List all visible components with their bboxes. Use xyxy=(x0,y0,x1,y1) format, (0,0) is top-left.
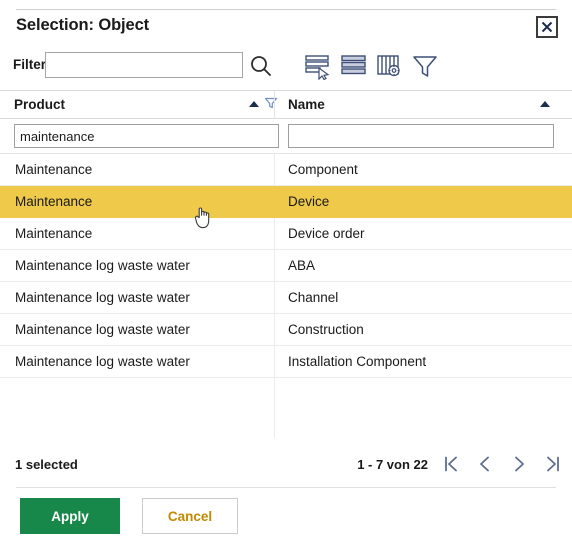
last-page-button[interactable] xyxy=(542,453,564,475)
cell-name: Installation Component xyxy=(288,354,427,369)
close-button[interactable] xyxy=(536,16,558,38)
column-header-product[interactable]: Product xyxy=(0,91,278,118)
cell-product: Maintenance log waste water xyxy=(15,258,190,273)
cell-product: Maintenance xyxy=(15,194,93,209)
cell-name: Device order xyxy=(288,226,365,241)
next-page-button[interactable] xyxy=(508,453,530,475)
cell-name: Construction xyxy=(288,322,364,337)
cell-name: Device xyxy=(288,194,330,209)
header-column-divider xyxy=(274,91,275,118)
table-row[interactable]: Maintenance Device xyxy=(0,186,572,218)
search-icon[interactable] xyxy=(248,53,274,79)
grid-body: Maintenance Component Maintenance Device… xyxy=(0,154,572,438)
grid-header-row: Product Name xyxy=(0,90,572,119)
product-filter-input[interactable] xyxy=(14,124,279,148)
column-filter-row xyxy=(0,119,572,154)
cell-product: Maintenance log waste water xyxy=(15,290,190,305)
select-rows-icon[interactable] xyxy=(303,52,333,81)
sort-ascending-icon[interactable] xyxy=(248,97,260,109)
selection-dialog: Selection: Object Filter Product Name ma… xyxy=(0,0,572,546)
table-row[interactable]: Maintenance log waste water Channel xyxy=(0,282,572,314)
name-filter-input[interactable] xyxy=(288,124,554,148)
close-icon xyxy=(541,21,553,33)
table-row[interactable]: Maintenance Component xyxy=(0,154,572,186)
cell-name: Channel xyxy=(288,290,339,305)
filter-label: Filter xyxy=(13,57,47,72)
sort-ascending-icon-name[interactable] xyxy=(539,97,551,109)
funnel-filter-icon[interactable] xyxy=(411,52,441,80)
dialog-title-bar: Selection: Object xyxy=(0,16,572,46)
filter-input[interactable] xyxy=(45,52,243,78)
filter-toolbar: Filter xyxy=(0,52,572,84)
page-title: Selection: Object xyxy=(16,16,150,34)
column-header-name-label: Name xyxy=(288,97,325,112)
previous-page-button[interactable] xyxy=(474,453,496,475)
table-row[interactable]: Maintenance Device order xyxy=(0,218,572,250)
cell-name: Component xyxy=(288,162,358,177)
table-row[interactable]: Maintenance log waste water Installation… xyxy=(0,346,572,378)
results-grid: Product Name maintenance Maintenance Com… xyxy=(0,90,572,438)
apply-button[interactable]: Apply xyxy=(20,498,120,534)
cell-product: Maintenance xyxy=(15,226,93,241)
column-settings-icon[interactable] xyxy=(375,52,405,80)
cancel-button[interactable]: Cancel xyxy=(142,498,238,534)
footer-divider xyxy=(16,487,556,488)
page-info: 1 - 7 von 22 xyxy=(357,457,428,472)
cell-product: Maintenance log waste water xyxy=(15,354,190,369)
list-view-icon[interactable] xyxy=(339,52,369,80)
first-page-button[interactable] xyxy=(440,453,462,475)
cell-product: Maintenance log waste water xyxy=(15,322,190,337)
cell-name: ABA xyxy=(288,258,316,273)
table-row[interactable]: Maintenance log waste water Construction xyxy=(0,314,572,346)
top-divider xyxy=(16,9,556,10)
column-header-product-label: Product xyxy=(14,97,66,112)
cell-product: Maintenance xyxy=(15,162,93,177)
selection-count: 1 selected xyxy=(15,457,78,472)
table-row[interactable]: Maintenance log waste water ABA xyxy=(0,250,572,282)
grid-footer: 1 selected 1 - 7 von 22 xyxy=(0,450,572,482)
dialog-actions: Apply Cancel xyxy=(0,498,572,536)
column-header-name[interactable]: Name xyxy=(274,91,572,118)
